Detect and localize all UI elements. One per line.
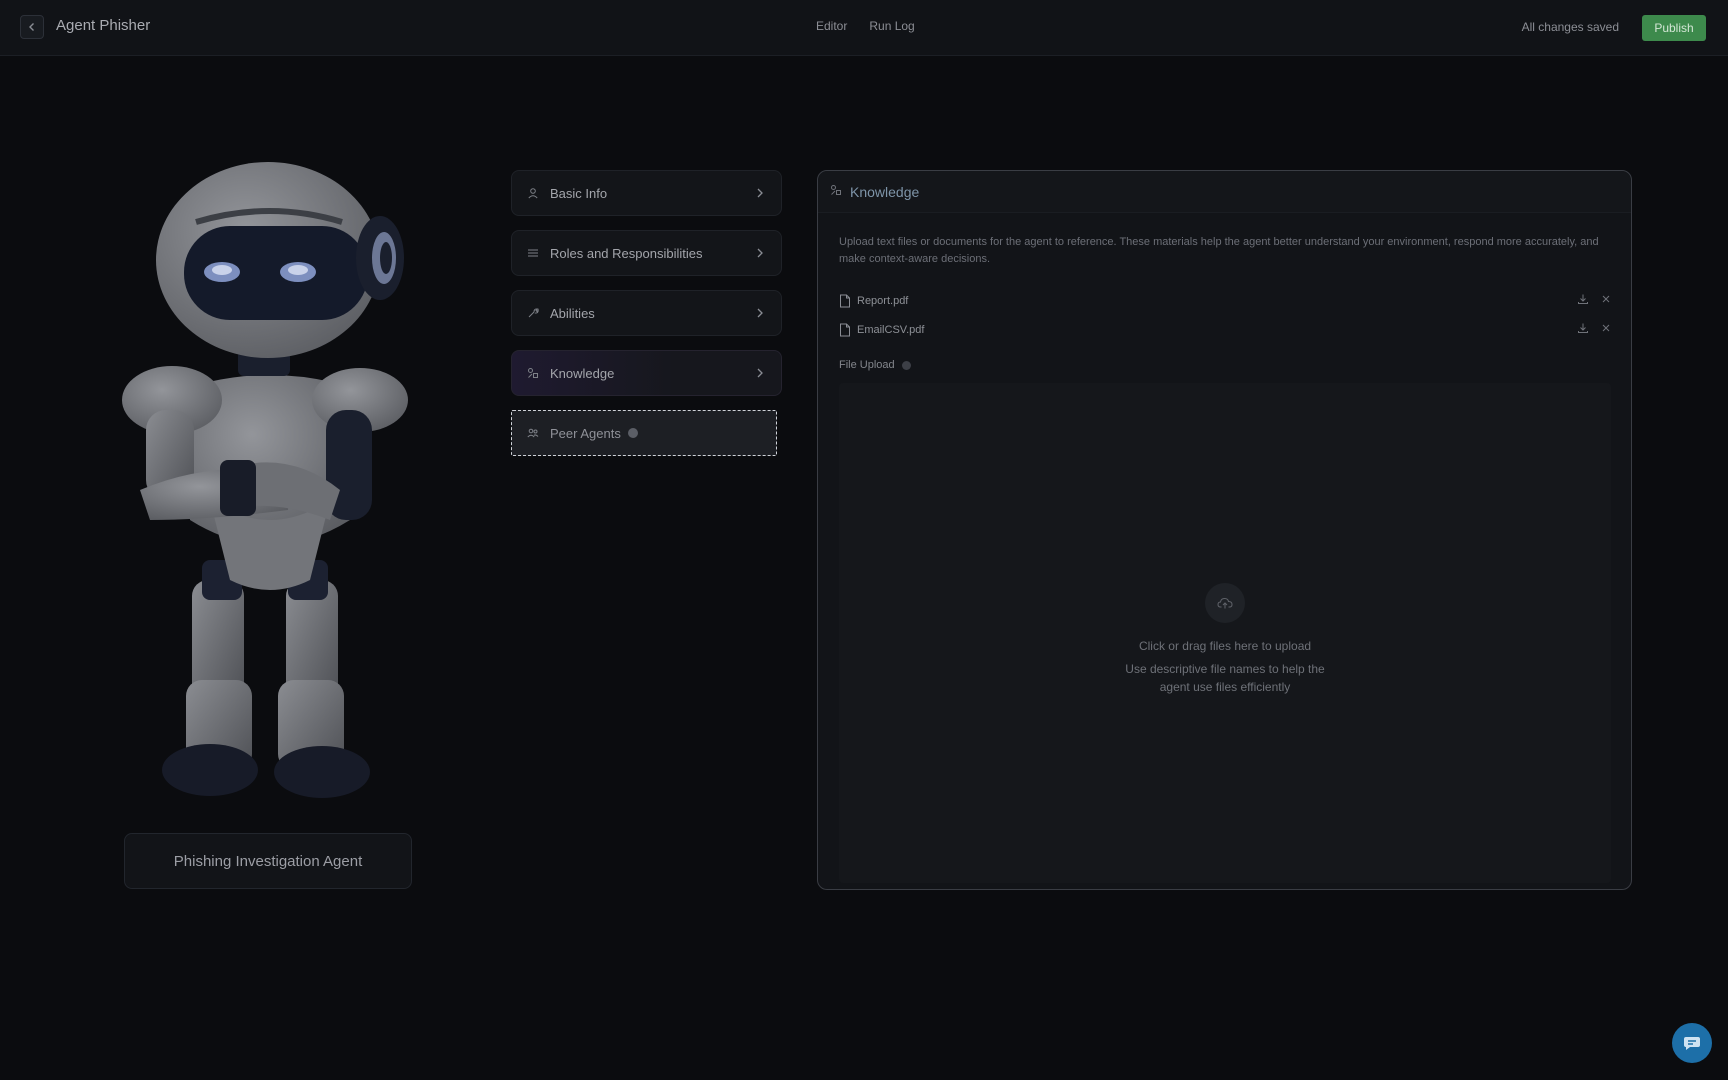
info-icon[interactable] xyxy=(627,428,638,438)
list-icon xyxy=(526,246,540,260)
user-icon xyxy=(526,186,540,200)
nav-item-label: Knowledge xyxy=(550,365,615,381)
dropzone-title: Click or drag files here to upload xyxy=(1138,639,1312,653)
chevron-left-icon xyxy=(29,23,34,31)
close-icon[interactable] xyxy=(1601,322,1611,334)
file-dropzone[interactable]: Click or drag files here to upload Use d… xyxy=(839,383,1611,883)
nav-item-roles[interactable]: Roles and Responsibilities xyxy=(511,230,782,276)
chevron-right-icon xyxy=(757,248,763,258)
section-nav: Basic Info Roles and Responsibilities Ab… xyxy=(511,170,782,470)
file-name: Report.pdf xyxy=(857,295,909,307)
tab-editor[interactable]: Editor xyxy=(816,19,847,33)
chevron-right-icon xyxy=(757,368,763,378)
nav-item-knowledge[interactable]: Knowledge xyxy=(511,350,782,396)
chat-icon xyxy=(1684,1037,1700,1050)
cloud-upload-icon xyxy=(1205,583,1245,623)
save-status: All changes saved xyxy=(1521,20,1619,34)
tool-icon xyxy=(526,306,540,320)
knowledge-panel: Knowledge Upload text files or documents… xyxy=(817,170,1632,890)
publish-button[interactable]: Publish xyxy=(1642,15,1706,41)
nav-item-peer-agents[interactable]: Peer Agents xyxy=(511,410,777,456)
file-upload-label: File Upload xyxy=(839,359,911,371)
download-icon[interactable] xyxy=(1577,293,1589,305)
nav-item-label: Basic Info xyxy=(550,185,608,201)
close-icon[interactable] xyxy=(1601,293,1611,305)
knowledge-description: Upload text files or documents for the a… xyxy=(839,236,1599,265)
file-upload-label-text: File Upload xyxy=(839,359,895,371)
download-icon[interactable] xyxy=(1577,322,1589,334)
panel-title: Knowledge xyxy=(850,183,920,200)
nav-item-label: Peer Agents xyxy=(550,425,621,441)
tab-run-log[interactable]: Run Log xyxy=(869,19,914,33)
view-tabs: Editor Run Log xyxy=(816,19,915,33)
agent-avatar xyxy=(110,160,430,800)
file-name: EmailCSV.pdf xyxy=(857,324,925,336)
chat-button[interactable] xyxy=(1672,1023,1712,1063)
chevron-right-icon xyxy=(757,308,763,318)
panel-header: Knowledge xyxy=(818,171,1631,213)
nav-item-abilities[interactable]: Abilities xyxy=(511,290,782,336)
file-item: Report.pdf xyxy=(839,291,1611,311)
nav-item-label: Abilities xyxy=(550,305,595,321)
file-icon xyxy=(840,323,850,337)
file-icon xyxy=(840,294,850,308)
dropzone-hint: Use descriptive file names to help the a… xyxy=(1125,662,1325,694)
agent-name-label: Phishing Investigation Agent xyxy=(124,833,412,889)
robot-illustration xyxy=(122,162,408,798)
back-button[interactable] xyxy=(20,15,44,39)
file-item: EmailCSV.pdf xyxy=(839,320,1611,340)
nav-item-label: Roles and Responsibilities xyxy=(550,245,703,261)
knowledge-icon xyxy=(526,366,540,380)
nav-item-basic-info[interactable]: Basic Info xyxy=(511,170,782,216)
users-icon xyxy=(526,426,540,440)
top-bar: Agent Phisher Editor Run Log All changes… xyxy=(0,0,1728,56)
page-title: Agent Phisher xyxy=(56,17,151,34)
chevron-right-icon xyxy=(757,188,763,198)
knowledge-icon xyxy=(830,183,842,201)
info-icon[interactable] xyxy=(901,360,911,370)
